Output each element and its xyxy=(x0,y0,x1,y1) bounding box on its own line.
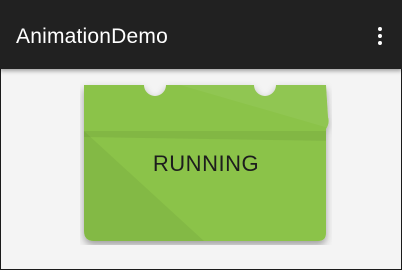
status-card[interactable]: RUNNING xyxy=(80,81,332,245)
status-label: RUNNING xyxy=(152,151,260,176)
more-vert-icon[interactable] xyxy=(366,20,394,52)
main-content: RUNNING xyxy=(0,69,402,270)
app-title: AnimationDemo xyxy=(16,25,168,48)
app-toolbar: AnimationDemo xyxy=(0,0,402,69)
